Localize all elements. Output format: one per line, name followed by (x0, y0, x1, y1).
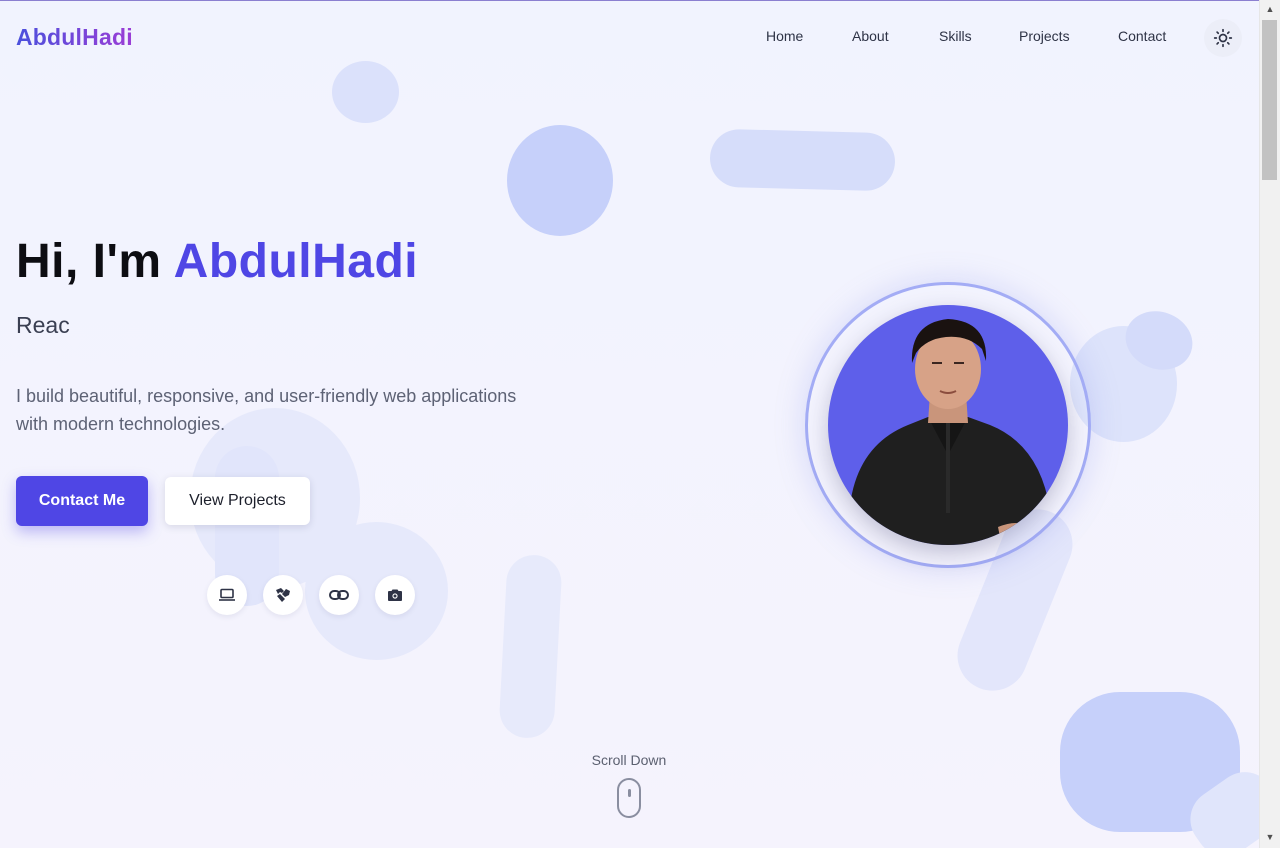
scroll-up-arrow[interactable]: ▲ (1260, 0, 1280, 18)
decor-blob (332, 61, 399, 123)
page-scrollbar[interactable]: ▲ ▼ (1259, 0, 1280, 848)
hero-description: I build beautiful, responsive, and user-… (16, 386, 517, 434)
laptop-icon (219, 588, 235, 601)
scroll-thumb[interactable] (1262, 20, 1277, 180)
social-handshake-link[interactable] (263, 575, 303, 615)
nav-contact[interactable]: Contact (1118, 28, 1166, 44)
link-icon (329, 590, 349, 600)
decor-blob (709, 128, 896, 192)
profile-photo (850, 319, 1050, 545)
decor-blob (498, 553, 563, 740)
social-link[interactable] (319, 575, 359, 615)
hero-title: Hi, I'm AbdulHadi (16, 234, 418, 289)
camera-icon (388, 589, 402, 601)
hero-greeting: Hi, I'm (16, 235, 174, 288)
social-camera-link[interactable] (375, 575, 415, 615)
nav-home[interactable]: Home (766, 28, 803, 44)
decor-blob (507, 125, 613, 236)
scroll-down-arrow[interactable]: ▼ (1260, 828, 1280, 846)
profile-avatar (828, 305, 1068, 545)
contact-me-button[interactable]: Contact Me (16, 476, 148, 526)
mouse-wheel (628, 789, 631, 797)
hero-typed-role: Reac (16, 312, 70, 338)
nav-projects[interactable]: Projects (1019, 28, 1070, 44)
mouse-scroll-icon[interactable] (617, 778, 641, 818)
nav-about[interactable]: About (852, 28, 889, 44)
hero-name: AbdulHadi (173, 235, 419, 288)
handshake-icon (276, 588, 290, 602)
top-border (0, 0, 1280, 1)
view-projects-button[interactable]: View Projects (165, 477, 310, 525)
scroll-down-label: Scroll Down (591, 752, 667, 768)
site-logo[interactable]: AbdulHadi (16, 24, 133, 51)
social-laptop-link[interactable] (207, 575, 247, 615)
sun-icon (1213, 28, 1233, 48)
nav-skills[interactable]: Skills (939, 28, 972, 44)
theme-toggle-button[interactable] (1204, 19, 1242, 57)
